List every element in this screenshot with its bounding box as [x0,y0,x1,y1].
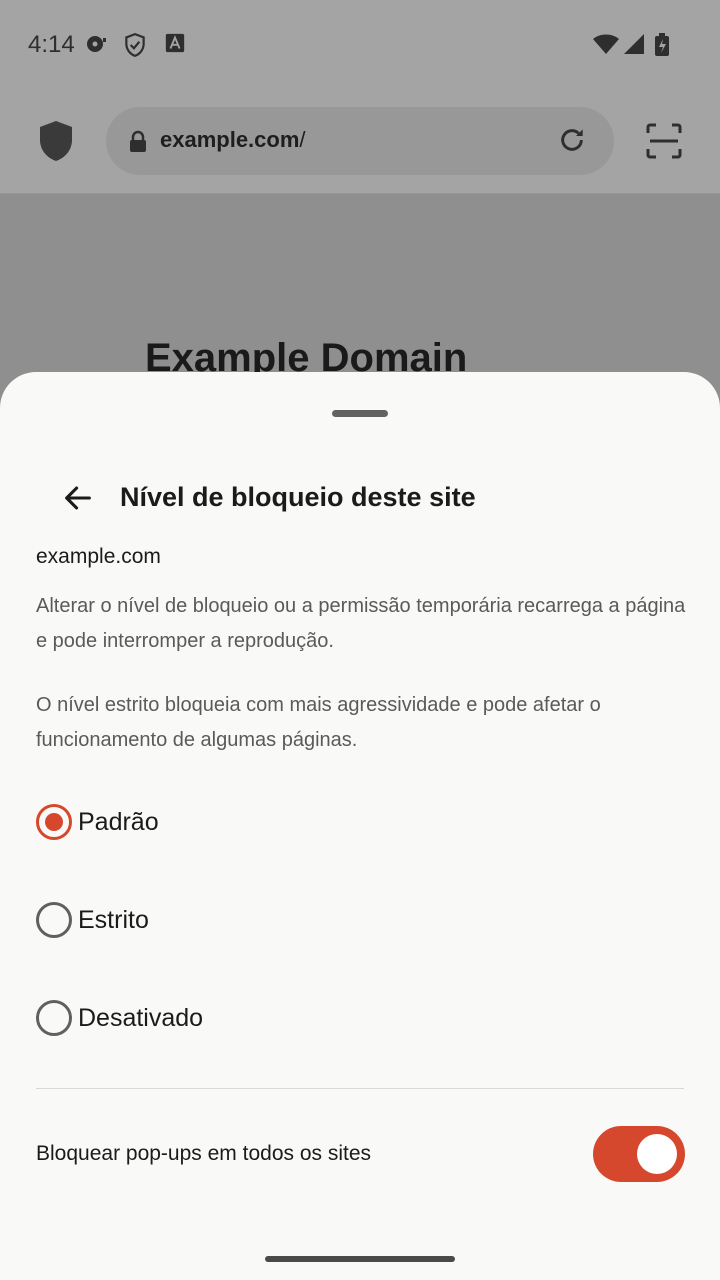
tracking-protection-shield-icon[interactable] [38,120,74,167]
wifi-icon [592,32,620,61]
option-label: Padrão [78,807,159,836]
radio-button[interactable] [36,1000,72,1036]
block-popups-label: Bloquear pop-ups em todos os sites [36,1142,372,1165]
drag-handle[interactable] [332,410,388,417]
site-name: example.com [36,545,161,568]
radio-button-selected[interactable] [36,804,72,840]
radio-button[interactable] [36,902,72,938]
site-protection-sheet: Nível de bloqueio deste site example.com… [0,372,720,1280]
sheet-title: Nível de bloqueio deste site [120,482,476,512]
font-a-icon [164,32,186,59]
option-desativado[interactable]: Desativado [36,988,676,1048]
gesture-nav-handle[interactable] [265,1256,455,1262]
url-text[interactable]: example.com/ [160,127,306,153]
strict-level-info-text: O nível estrito bloqueia com mais agress… [36,694,601,751]
arrow-back-icon [65,486,91,510]
switch-knob [637,1134,677,1174]
qr-scan-icon[interactable] [644,121,684,166]
option-padrao[interactable]: Padrão [36,792,676,852]
back-button[interactable] [52,472,104,524]
lock-icon [128,130,148,159]
vpn-shield-icon [122,32,148,63]
cell-signal-icon [622,32,646,61]
reload-icon[interactable] [556,124,588,161]
option-label: Desativado [78,1003,204,1032]
battery-icon [652,32,672,63]
divider [36,1088,684,1089]
status-time: 4:14 [28,31,75,58]
reload-warning-text: Alterar o nível de bloqueio ou a permiss… [36,595,686,652]
option-estrito[interactable]: Estrito [36,890,676,950]
media-icon [84,32,108,61]
option-label: Estrito [78,905,149,934]
block-popups-switch[interactable] [593,1126,685,1182]
